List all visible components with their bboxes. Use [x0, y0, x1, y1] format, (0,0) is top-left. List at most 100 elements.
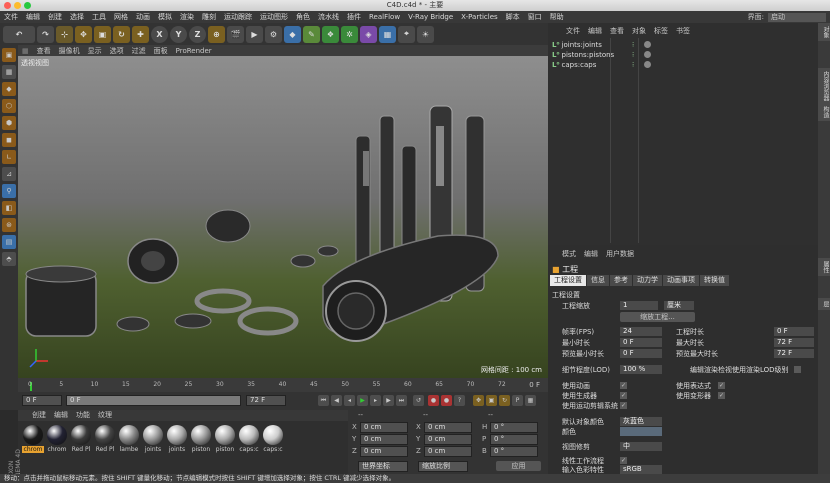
coord-size-field[interactable]: 0 cm — [424, 422, 472, 433]
record-icon[interactable]: ● — [428, 395, 439, 406]
menu-item[interactable]: 动画 — [132, 12, 154, 22]
material-ball[interactable] — [239, 425, 259, 445]
viewport-menu-item[interactable]: 过滤 — [128, 46, 150, 56]
view-clip-dropdown[interactable]: 中 — [620, 442, 662, 451]
render-icon[interactable]: ▶ — [246, 25, 263, 43]
x-axis-button[interactable]: X — [151, 25, 168, 43]
viewport-menu-item[interactable]: 查看 — [33, 46, 55, 56]
attribute-menu-item[interactable]: 用户数据 — [602, 249, 638, 259]
scale-field[interactable]: 1 — [620, 301, 658, 310]
field-value[interactable]: 72 F — [774, 349, 814, 358]
object-menu-item[interactable]: 标签 — [650, 26, 672, 36]
clapper-icon[interactable]: 🎬 — [227, 25, 244, 43]
loop-icon[interactable]: ↺ — [413, 395, 424, 406]
material-menu-item[interactable]: 纹理 — [94, 410, 116, 421]
layout-dropdown[interactable]: 启动 — [768, 12, 826, 22]
object-menu-item[interactable]: 文件 — [562, 26, 584, 36]
material-ball[interactable] — [215, 425, 235, 445]
menu-item[interactable]: 选择 — [66, 12, 88, 22]
menu-item[interactable]: 运动图形 — [256, 12, 292, 22]
material-item[interactable]: caps:c — [262, 425, 284, 453]
object-menu-item[interactable]: 编辑 — [584, 26, 606, 36]
coord-mode-dropdown[interactable]: 世界坐标 — [358, 461, 408, 472]
material-ball[interactable] — [263, 425, 283, 445]
coord-position-field[interactable]: 0 cm — [360, 422, 408, 433]
goto-start-icon[interactable]: ⏮ — [318, 395, 329, 406]
y-axis-button[interactable]: Y — [170, 25, 187, 43]
coords-icon[interactable]: ⊕ — [208, 25, 225, 43]
next-key-icon[interactable]: ▶ — [383, 395, 394, 406]
object-row[interactable]: L⁰ caps:caps ⁝ — [552, 60, 812, 70]
rotate-key-icon[interactable]: ↻ — [499, 395, 510, 406]
apply-button[interactable]: 应用 — [496, 461, 541, 471]
attribute-tab[interactable]: 信息 — [587, 275, 609, 286]
light-icon[interactable]: ☀ — [417, 25, 434, 43]
check-box[interactable]: ✓ — [620, 402, 627, 409]
attribute-tab[interactable]: 参考 — [610, 275, 632, 286]
z-axis-button[interactable]: Z — [189, 25, 206, 43]
material-item[interactable]: piston — [190, 425, 212, 453]
menu-item[interactable]: V-Ray Bridge — [404, 13, 457, 21]
material-ball[interactable] — [119, 425, 139, 445]
side-tab[interactable]: 构造 — [818, 103, 830, 121]
lod-check[interactable] — [794, 366, 801, 373]
autokey-icon[interactable]: ● — [441, 395, 452, 406]
floor-icon[interactable]: ▦ — [379, 25, 396, 43]
material-ball[interactable] — [71, 425, 91, 445]
attribute-menu-item[interactable]: 模式 — [558, 249, 580, 259]
coord-position-field[interactable]: 0 cm — [360, 434, 408, 445]
side-tab[interactable]: 对象 — [818, 23, 830, 41]
check-box[interactable]: ✓ — [620, 382, 627, 389]
frame-range-slider[interactable]: 0 F — [66, 395, 241, 406]
field-value[interactable]: 72 F — [774, 338, 814, 347]
attribute-menu-item[interactable]: 编辑 — [580, 249, 602, 259]
texture-mode-icon[interactable]: ◆ — [2, 82, 16, 96]
material-menu-item[interactable]: 功能 — [72, 410, 94, 421]
goto-end-icon[interactable]: ⏭ — [396, 395, 407, 406]
attribute-tab[interactable]: 工程设置 — [550, 275, 586, 286]
material-item[interactable]: piston — [214, 425, 236, 453]
attribute-tab[interactable]: 动画事项 — [663, 275, 699, 286]
color-swatch[interactable] — [620, 427, 662, 436]
viewport-menu-item[interactable]: ProRender — [172, 47, 216, 55]
menu-item[interactable]: 网格 — [110, 12, 132, 22]
menu-item[interactable]: X-Particles — [457, 13, 501, 21]
material-item[interactable]: lambe — [118, 425, 140, 453]
object-row[interactable]: L⁰ pistons:pistons ⁝ — [552, 50, 812, 60]
points-mode-icon[interactable]: ⬡ — [2, 99, 16, 113]
timeline[interactable]: 0 F 0 5 10 15 20 25 30 35 40 45 50 55 60 65 70 72 — [18, 378, 548, 392]
rotate-icon[interactable]: ↻ — [113, 25, 130, 43]
coord-rotation-field[interactable]: 0 ° — [490, 434, 538, 445]
tag-icon[interactable] — [644, 51, 651, 58]
scale-key-icon[interactable]: ▣ — [486, 395, 497, 406]
window-controls[interactable] — [4, 2, 31, 9]
menu-item[interactable]: 脚本 — [502, 12, 524, 22]
object-row[interactable]: L⁰ joints:joints ⁝ — [552, 40, 812, 50]
viewport-menu-item[interactable]: 摄像机 — [55, 46, 84, 56]
coord-scale-dropdown[interactable]: 缩放比例 — [418, 461, 468, 472]
select-icon[interactable]: ⊹ — [56, 25, 73, 43]
field-value[interactable]: 0 F — [620, 338, 662, 347]
menu-item[interactable]: 角色 — [292, 12, 314, 22]
visibility-icon[interactable]: ⁝ — [632, 40, 634, 50]
menu-item[interactable]: 模拟 — [154, 12, 176, 22]
material-item[interactable]: chrom — [22, 425, 44, 453]
workplane-icon[interactable]: ◧ — [2, 201, 16, 215]
menu-item[interactable]: 运动跟踪 — [220, 12, 256, 22]
field-value[interactable]: 100 % — [620, 365, 662, 374]
material-ball[interactable] — [143, 425, 163, 445]
material-ball[interactable] — [95, 425, 115, 445]
next-frame-icon[interactable]: ▸ — [370, 395, 381, 406]
material-ball[interactable] — [167, 425, 187, 445]
linear-workflow-check[interactable]: ✓ — [620, 457, 627, 464]
coord-position-field[interactable]: 0 cm — [360, 446, 408, 457]
menu-item[interactable]: 窗口 — [524, 12, 546, 22]
default-color-dropdown[interactable]: 灰蓝色 — [620, 417, 662, 426]
menu-item[interactable]: 创建 — [44, 12, 66, 22]
object-menu-item[interactable]: 对象 — [628, 26, 650, 36]
input-color-dropdown[interactable]: sRGB — [620, 465, 662, 474]
move-key-icon[interactable]: ✥ — [473, 395, 484, 406]
menu-item[interactable]: 插件 — [343, 12, 365, 22]
material-item[interactable]: joints — [142, 425, 164, 453]
material-ball[interactable] — [191, 425, 211, 445]
